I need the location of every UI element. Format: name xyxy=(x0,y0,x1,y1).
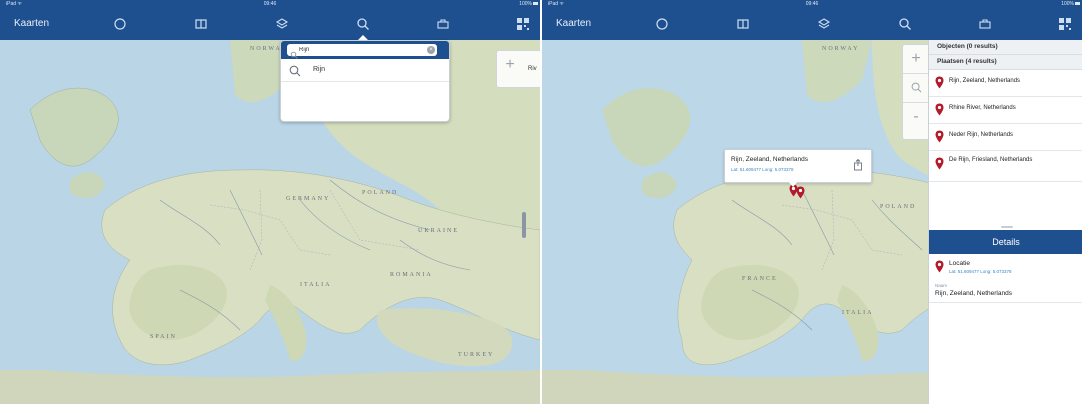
clear-search-icon[interactable]: × xyxy=(427,46,435,54)
result-row[interactable]: Neder Rijn, Netherlands xyxy=(929,124,1082,151)
layers-icon[interactable] xyxy=(817,17,831,31)
search-field-icon xyxy=(290,46,298,59)
nav-title-kaarten[interactable]: Kaarten xyxy=(556,18,591,29)
result-label: Neder Rijn, Netherlands xyxy=(949,132,1014,138)
map-label-ukraine: UKRAINE xyxy=(418,228,459,234)
scroll-indicator[interactable] xyxy=(522,212,526,238)
book-icon[interactable] xyxy=(194,17,208,31)
battery-icon xyxy=(533,2,538,5)
battery-icon xyxy=(1075,2,1080,5)
map-edge-label: Riv xyxy=(528,66,537,72)
result-label: Rijn, Zeeland, Netherlands xyxy=(949,78,1021,84)
map-callout[interactable]: Rijn, Zeeland, Netherlands Lat: 51.60947… xyxy=(724,149,872,183)
map-label-norway: NORWAY xyxy=(822,46,860,52)
map-label-turkey: TURKEY xyxy=(458,352,495,358)
battery-label: 100% xyxy=(1061,1,1074,7)
top-navbar: Kaarten xyxy=(542,8,1082,40)
zoom-out-button[interactable]: - xyxy=(903,102,929,131)
map-label-italia: ITALIA xyxy=(842,310,874,316)
result-row[interactable]: Rijn, Zeeland, Netherlands xyxy=(929,70,1082,97)
left-ipad-screen: iPad ᯤ 09:46 100% Kaarten NORWAY UKRAINE… xyxy=(0,0,540,404)
result-label: De Rijn, Friesland, Netherlands xyxy=(949,157,1033,163)
search-input[interactable] xyxy=(299,44,419,56)
map-label-romania: ROMANIA xyxy=(390,272,433,278)
circle-icon[interactable] xyxy=(655,17,669,31)
panel-drag-handle[interactable] xyxy=(1001,226,1013,228)
map-label-france: FRANCE xyxy=(742,276,778,282)
map-marker-2[interactable] xyxy=(796,186,805,199)
search-icon[interactable] xyxy=(356,17,370,31)
zoom-search-button[interactable] xyxy=(903,73,929,102)
status-bar: iPad ᯤ 09:46 100% xyxy=(542,0,1082,8)
status-bar: iPad ᯤ 09:46 100% xyxy=(0,0,540,8)
result-row[interactable]: Rhine River, Netherlands xyxy=(929,97,1082,124)
map-label-poland: POLAND xyxy=(362,190,399,196)
marker-icon xyxy=(935,130,944,143)
zoom-in-button[interactable]: + xyxy=(903,45,929,73)
result-label: Rhine River, Netherlands xyxy=(949,105,1016,111)
callout-title: Rijn, Zeeland, Netherlands xyxy=(731,156,808,163)
search-icon[interactable] xyxy=(898,17,912,31)
map-label-germany: GERMANY xyxy=(286,196,331,202)
circle-icon[interactable] xyxy=(113,17,127,31)
qr-icon[interactable] xyxy=(516,17,530,31)
objects-section-header[interactable]: Objecten (0 results) xyxy=(929,40,1082,55)
name-field-value: Rijn, Zeeland, Netherlands xyxy=(935,290,1012,297)
suggestion-label: Rijn xyxy=(313,66,326,73)
nav-title-kaarten[interactable]: Kaarten xyxy=(14,18,49,29)
toolbox-icon[interactable] xyxy=(436,17,450,31)
search-header: × xyxy=(281,41,449,59)
places-section-header[interactable]: Plaatsen (4 results) xyxy=(929,55,1082,70)
search-field[interactable]: × xyxy=(287,44,437,59)
callout-coordinates: Lat: 51.609477 Long: 5.073378 xyxy=(731,167,794,172)
search-popup: × Rijn xyxy=(280,40,450,122)
marker-icon xyxy=(935,103,944,116)
results-panel: Objecten (0 results) Plaatsen (4 results… xyxy=(928,40,1082,404)
map-label-italia: ITALIA xyxy=(300,282,332,288)
marker-icon xyxy=(935,76,944,89)
map-label-spain: SPAIN xyxy=(150,334,177,340)
divider xyxy=(929,302,1082,303)
suggestion-search-icon xyxy=(289,64,301,77)
zoom-in-button[interactable]: + xyxy=(497,51,523,79)
clock-label: 09:46 xyxy=(263,1,277,7)
magnifier-icon xyxy=(911,82,921,93)
search-suggestion-row[interactable]: Rijn xyxy=(281,59,449,82)
marker-icon xyxy=(935,260,944,273)
book-icon[interactable] xyxy=(736,17,750,31)
location-label: Locatie xyxy=(949,260,970,267)
map-view[interactable]: NORWAY UKRAINE POLAND GERMANY ITALIA TUR… xyxy=(0,40,540,404)
battery-label: 100% xyxy=(519,1,532,7)
layers-icon[interactable] xyxy=(275,17,289,31)
result-row[interactable]: De Rijn, Friesland, Netherlands xyxy=(929,151,1082,182)
location-coordinates: Lat: 51.609477 Long: 5.073378 xyxy=(949,269,1012,274)
share-icon[interactable] xyxy=(853,158,863,171)
top-navbar: Kaarten xyxy=(0,8,540,41)
details-header: Details xyxy=(929,230,1082,254)
toolbox-icon[interactable] xyxy=(978,17,992,31)
marker-icon xyxy=(935,157,944,170)
clock-label: 09:46 xyxy=(805,1,819,7)
qr-icon[interactable] xyxy=(1058,17,1072,31)
map-label-poland: POLAND xyxy=(880,204,917,210)
callout-tail xyxy=(788,181,798,187)
name-field-label: Naam xyxy=(935,283,948,288)
